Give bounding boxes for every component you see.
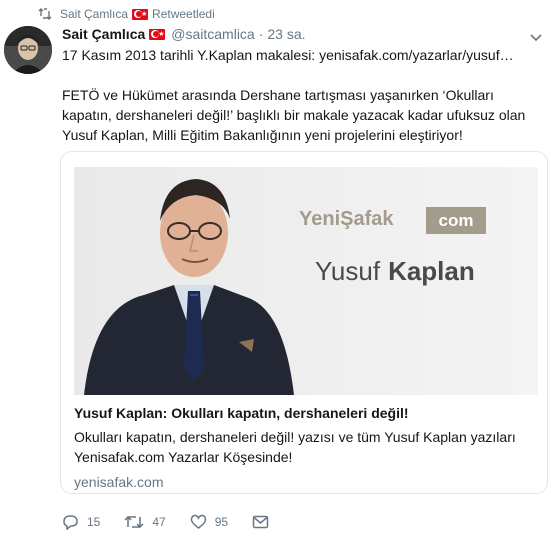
logo-text-right: com [439,211,474,230]
retweet-icon [124,514,144,530]
image-name-first: Yusuf [315,256,381,286]
separator-dot: · [258,26,264,42]
author-name[interactable]: Sait Çamlıca [62,25,145,43]
tweet-text: 17 Kasım 2013 tarihli Y.Kaplan makalesi:… [62,45,546,145]
tweet-actions: 15 47 95 [62,514,293,530]
tweet-text-line: 17 Kasım 2013 tarihli Y.Kaplan makalesi:… [62,47,514,63]
reply-button[interactable]: 15 [62,514,100,530]
image-name-last: Kaplan [388,256,475,286]
card-domain: yenisafak.com [74,474,164,490]
card-title: Yusuf Kaplan: Okulları kapatın, dershane… [74,405,409,421]
card-image[interactable]: YeniŞafak com Yusuf Kaplan [74,167,538,395]
tweet-header: Sait Çamlıca ★ @saitcamlica · 23 sa. [62,25,511,43]
avatar[interactable] [4,26,52,74]
like-button[interactable]: 95 [190,514,228,530]
direct-message-button[interactable] [252,515,269,529]
retweet-context: Sait Çamlıca ★ Retweetledi [38,6,215,22]
turkey-flag-icon: ★ [149,28,166,40]
tweet-timestamp[interactable]: 23 sa. [267,25,305,43]
retweet-small-icon [38,8,52,20]
logo-text-left: YeniŞafak [299,208,394,230]
like-count: 95 [214,515,229,529]
retweet-count: 47 [152,515,166,529]
svg-text:YusufKaplan: Yusuf Kaplan [315,256,475,286]
retweet-button[interactable]: 47 [124,514,166,530]
turkey-flag-icon: ★ [132,8,149,20]
heart-icon [190,514,207,530]
retweeter-name[interactable]: Sait Çamlıca [60,7,128,21]
retweet-label: Retweetledi [152,7,215,21]
envelope-icon [252,515,269,529]
author-handle[interactable]: @saitcamlica [171,25,254,43]
link-card[interactable]: YeniŞafak com Yusuf Kaplan Yusuf Kaplan: … [60,151,548,494]
card-description: Okulları kapatın, dershaneleri değil! ya… [74,429,516,465]
chevron-down-icon[interactable] [529,30,543,42]
card-body[interactable]: Yusuf Kaplan: Okulları kapatın, dershane… [74,403,538,491]
reply-count: 15 [87,515,101,529]
tweet-text-paragraph: FETÖ ve Hükümet arasında Dershane tartış… [62,87,526,143]
reply-icon [62,514,79,530]
